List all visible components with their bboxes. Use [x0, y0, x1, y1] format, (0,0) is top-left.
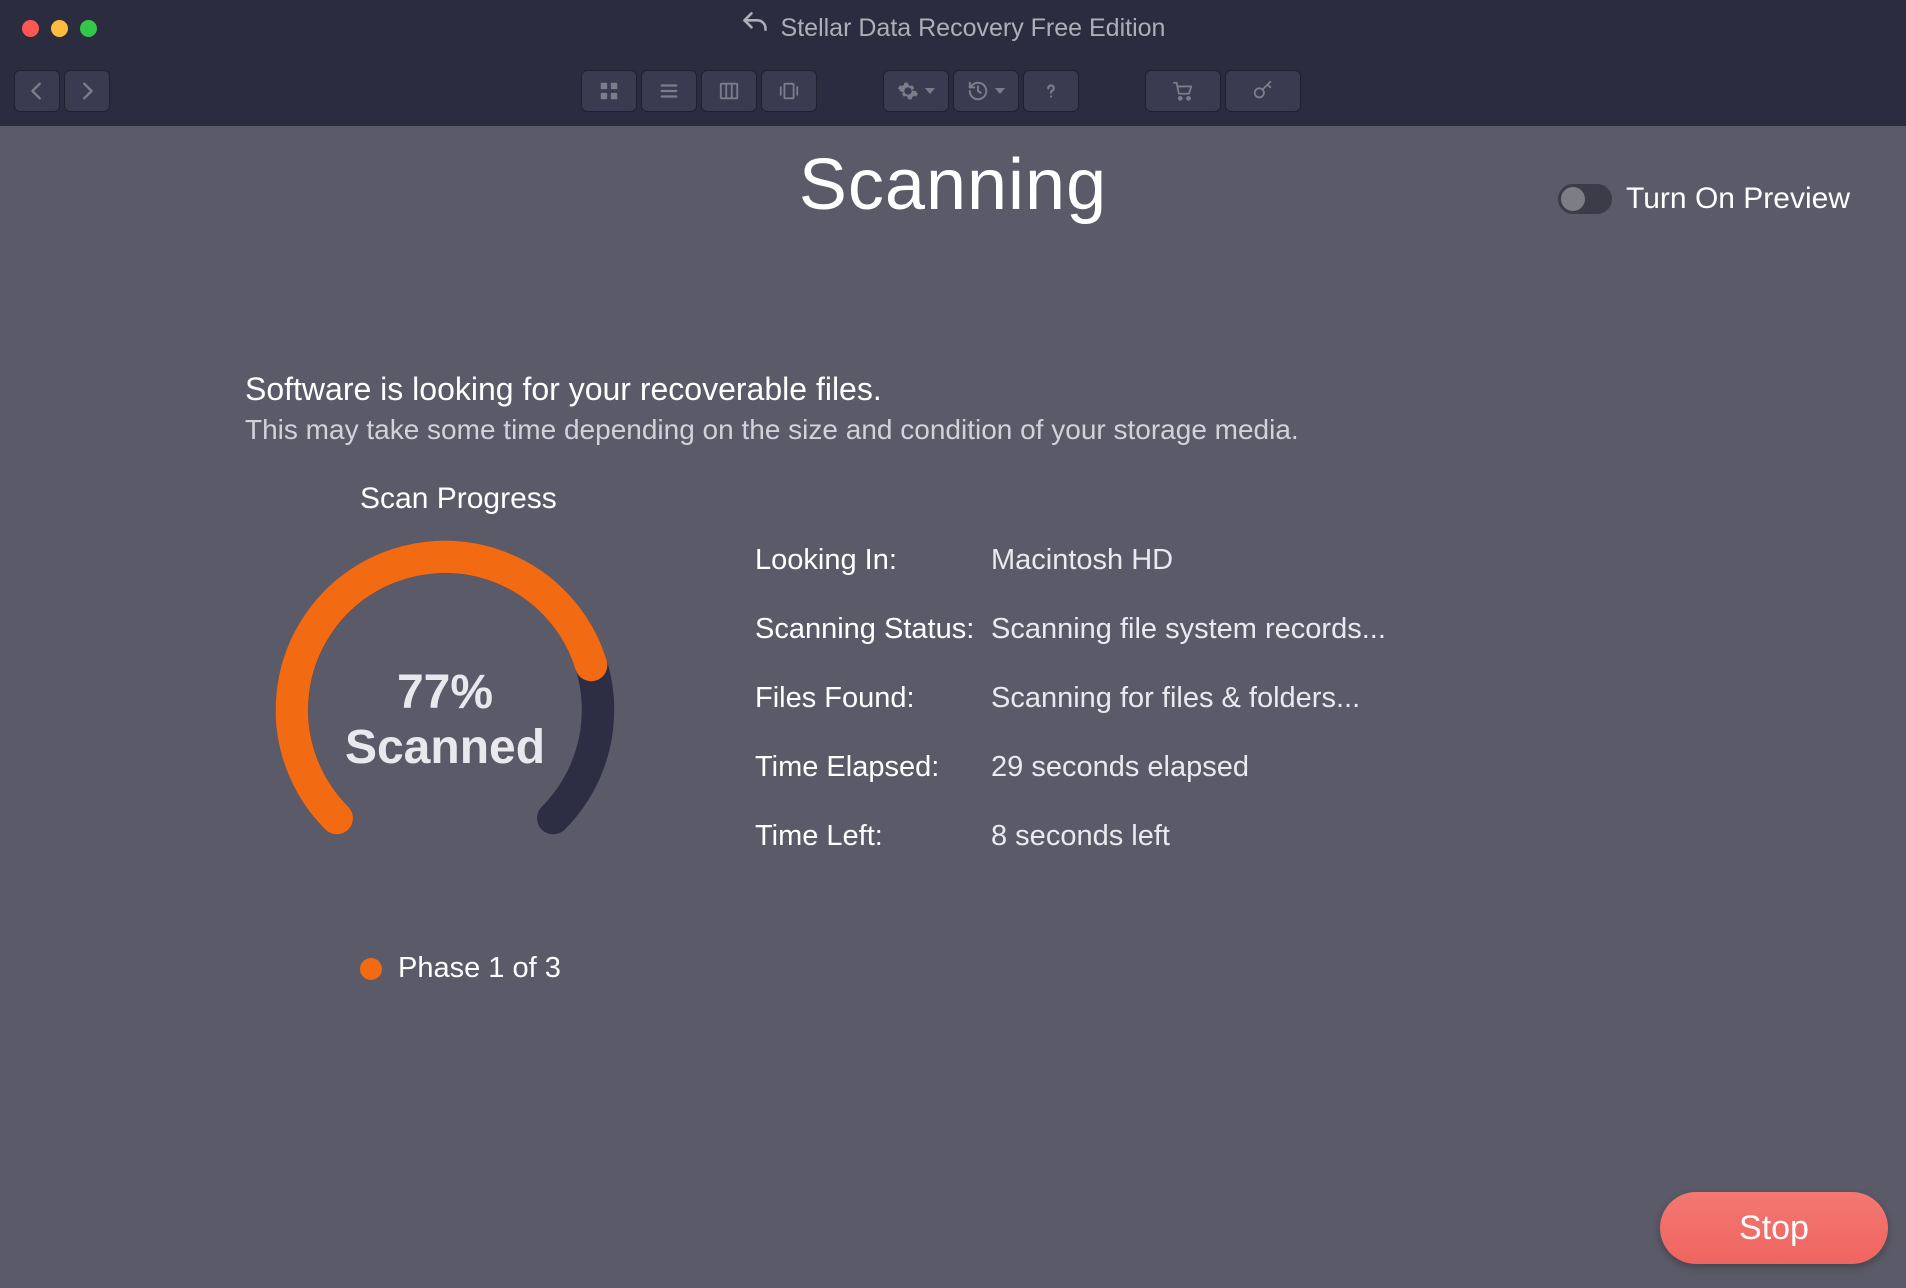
detail-key: Looking In:	[755, 544, 991, 577]
close-window-button[interactable]	[22, 20, 39, 37]
stop-button-label: Stop	[1739, 1209, 1809, 1248]
view-grid-button[interactable]	[581, 70, 637, 112]
detail-key: Time Left:	[755, 820, 991, 853]
preview-toggle-label: Turn On Preview	[1626, 182, 1850, 216]
view-list-button[interactable]	[641, 70, 697, 112]
view-columns-button[interactable]	[701, 70, 757, 112]
nav-back-button[interactable]	[14, 70, 60, 112]
minimize-window-button[interactable]	[51, 20, 68, 37]
scan-info: Software is looking for your recoverable…	[245, 371, 1906, 446]
chevron-down-icon	[995, 88, 1005, 94]
activate-button[interactable]	[1225, 70, 1301, 112]
progress-percent: 77%	[245, 665, 645, 720]
detail-key: Scanning Status:	[755, 613, 991, 646]
toolbar	[0, 56, 1906, 126]
preview-toggle-row: Turn On Preview	[1558, 182, 1850, 216]
history-button[interactable]	[953, 70, 1019, 112]
titlebar: Stellar Data Recovery Free Edition	[0, 0, 1906, 56]
detail-scanning-status: Scanning Status: Scanning file system re…	[755, 613, 1386, 646]
undo-icon[interactable]	[741, 11, 769, 46]
window-title: Stellar Data Recovery Free Edition	[781, 14, 1166, 43]
detail-value: Macintosh HD	[991, 544, 1173, 577]
scan-info-sub: This may take some time depending on the…	[245, 414, 1906, 446]
detail-value: Scanning file system records...	[991, 613, 1386, 646]
detail-looking-in: Looking In: Macintosh HD	[755, 544, 1386, 577]
buy-button[interactable]	[1145, 70, 1221, 112]
detail-value: 8 seconds left	[991, 820, 1170, 853]
detail-key: Time Elapsed:	[755, 751, 991, 784]
progress-ring: 77% Scanned	[245, 530, 645, 890]
window-controls	[22, 20, 97, 37]
toggle-knob	[1561, 187, 1585, 211]
nav-forward-button[interactable]	[64, 70, 110, 112]
scan-details: Looking In: Macintosh HD Scanning Status…	[755, 544, 1386, 985]
view-gallery-button[interactable]	[761, 70, 817, 112]
help-button[interactable]	[1023, 70, 1079, 112]
detail-value: 29 seconds elapsed	[991, 751, 1249, 784]
scan-progress-label: Scan Progress	[360, 482, 665, 516]
scan-info-headline: Software is looking for your recoverable…	[245, 371, 1906, 408]
stop-button[interactable]: Stop	[1660, 1192, 1888, 1264]
phase-row: Phase 1 of 3	[360, 952, 665, 985]
zoom-window-button[interactable]	[80, 20, 97, 37]
phase-text: Phase 1 of 3	[398, 952, 561, 985]
settings-button[interactable]	[883, 70, 949, 112]
preview-toggle[interactable]	[1558, 184, 1612, 214]
chevron-down-icon	[925, 88, 935, 94]
progress-column: Scan Progress 77% Scanned Phase 1 of 3	[245, 482, 665, 985]
progress-scanned-label: Scanned	[245, 720, 645, 775]
detail-files-found: Files Found: Scanning for files & folder…	[755, 682, 1386, 715]
detail-value: Scanning for files & folders...	[991, 682, 1360, 715]
detail-time-left: Time Left: 8 seconds left	[755, 820, 1386, 853]
content-area: Scanning Turn On Preview Software is loo…	[0, 144, 1906, 985]
phase-dot-icon	[360, 958, 382, 980]
detail-time-elapsed: Time Elapsed: 29 seconds elapsed	[755, 751, 1386, 784]
detail-key: Files Found:	[755, 682, 991, 715]
